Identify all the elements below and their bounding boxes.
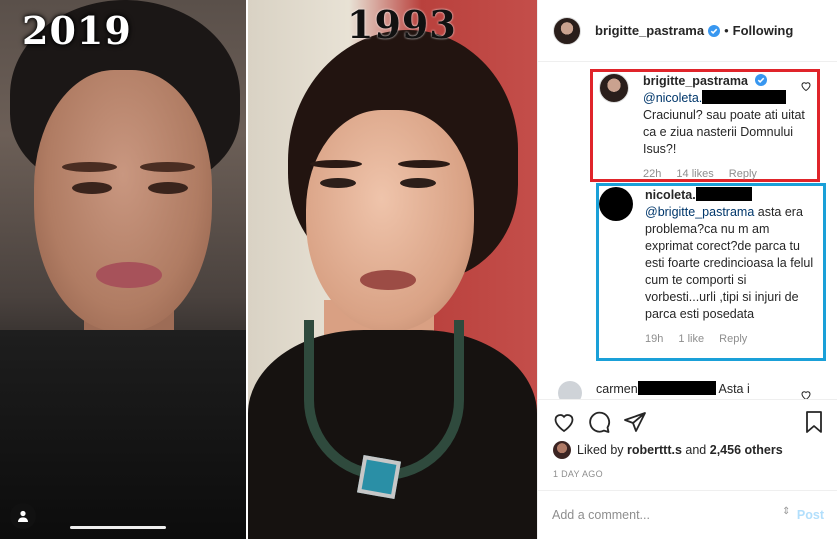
verified-badge-icon (755, 74, 768, 86)
post-media[interactable]: 2019 1993 (0, 0, 537, 539)
comment-item: carmen Asta i (558, 381, 828, 399)
comment-meta: 19h 1 like Reply (645, 331, 814, 348)
comments-list[interactable]: brigitte_pastrama @nicoleta. Craciunul? … (538, 63, 837, 399)
likes-count-link[interactable]: 2,456 others (710, 443, 783, 457)
year-label-1993: 1993 (347, 2, 457, 47)
post-actions-bar (538, 399, 837, 439)
redaction-bar (702, 90, 787, 104)
add-comment-input[interactable] (552, 505, 772, 525)
photo-2019 (0, 0, 246, 539)
comment-text: Craciunul? sau poate ati uitat ca e ziua… (643, 108, 805, 156)
verified-badge-icon (708, 24, 721, 37)
reply-button[interactable]: Reply (729, 168, 757, 180)
comment-text: Asta i (718, 382, 750, 396)
comment-meta: 22h 14 likes Reply (643, 166, 809, 183)
comment-avatar[interactable] (558, 381, 582, 399)
comment-composer: ⇕ Post (538, 490, 837, 539)
post-timestamp[interactable]: 1 DAY AGO (553, 469, 603, 479)
share-send-icon[interactable] (623, 410, 647, 434)
post-header: brigitte_pastrama • Following (538, 0, 837, 62)
liked-by-prefix: Liked by (577, 443, 624, 457)
home-indicator (70, 526, 166, 529)
author-avatar[interactable] (553, 16, 581, 45)
save-bookmark-icon[interactable] (802, 410, 826, 434)
comment-time[interactable]: 19h (645, 333, 663, 345)
redaction-bar (637, 381, 716, 395)
following-button[interactable]: Following (733, 23, 794, 38)
comment-text: asta era problema?ca nu m am exprimat co… (645, 205, 814, 321)
comment-item: nicoleta. @brigitte_pastrama asta era pr… (599, 187, 814, 348)
comment-bubble-icon[interactable] (587, 410, 611, 434)
comment-username[interactable]: nicoleta. (645, 188, 696, 202)
reply-button[interactable]: Reply (719, 333, 747, 345)
comment-like-heart-icon[interactable] (800, 389, 812, 399)
comment-avatar[interactable] (599, 73, 629, 103)
author-username[interactable]: brigitte_pastrama (595, 23, 704, 38)
resize-handle-icon: ⇕ (782, 506, 791, 517)
comment-avatar[interactable] (599, 187, 633, 221)
post-side-panel: brigitte_pastrama • Following brigitte_p… (537, 0, 837, 539)
liker-username[interactable]: roberttt.s (627, 443, 682, 457)
comment-time[interactable]: 22h (643, 168, 661, 180)
comment-item: brigitte_pastrama @nicoleta. Craciunul? … (599, 73, 809, 183)
like-heart-icon[interactable] (552, 410, 576, 434)
comment-mention[interactable]: @nicoleta. (643, 91, 702, 105)
redaction-bar (695, 187, 752, 201)
post-comment-button[interactable]: Post (797, 508, 824, 522)
comment-like-heart-icon[interactable] (800, 80, 812, 92)
likes-summary: Liked by roberttt.s and 2,456 others (553, 441, 783, 459)
comment-username[interactable]: carmen (596, 382, 638, 396)
comment-mention[interactable]: @brigitte_pastrama (645, 205, 754, 219)
comment-username[interactable]: brigitte_pastrama (643, 74, 748, 88)
comment-likes[interactable]: 14 likes (676, 168, 713, 180)
comment-likes[interactable]: 1 like (678, 333, 704, 345)
liked-by-and: and (685, 443, 707, 457)
photo-1993 (248, 0, 537, 539)
header-separator: • (724, 23, 729, 38)
year-label-2019: 2019 (22, 8, 132, 53)
user-tag-icon[interactable] (10, 503, 36, 529)
liker-avatar[interactable] (553, 441, 571, 459)
